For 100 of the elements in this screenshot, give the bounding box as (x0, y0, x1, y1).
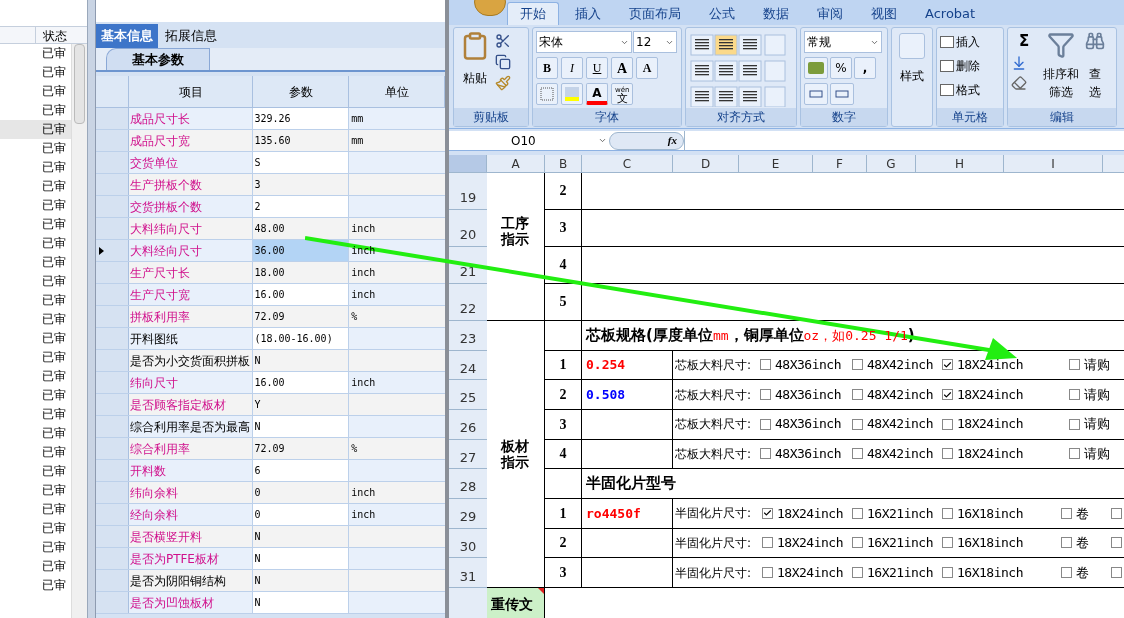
checkbox[interactable] (1061, 567, 1072, 579)
ribbon-tab[interactable]: 审阅 (805, 2, 855, 25)
row-header[interactable]: 27 (449, 439, 487, 470)
checkbox[interactable] (852, 537, 863, 549)
table-cell[interactable]: 72.09 (253, 438, 350, 459)
copy-icon[interactable] (495, 54, 511, 70)
checkbox[interactable] (760, 448, 771, 460)
checkbox[interactable] (942, 389, 953, 401)
column-header[interactable]: G (867, 154, 916, 172)
checkbox[interactable] (1069, 389, 1080, 401)
table-cell[interactable]: 16.00 (253, 372, 350, 393)
checkbox[interactable] (760, 389, 771, 401)
checkbox[interactable] (1111, 507, 1122, 519)
row-header[interactable]: 25 (449, 380, 487, 410)
column-header[interactable]: 参数 (253, 76, 350, 107)
number-format-field[interactable]: 常规 (804, 31, 882, 53)
decrease-decimal-button[interactable] (830, 83, 854, 105)
row-header[interactable]: 31 (449, 558, 487, 588)
table-cell[interactable]: 3 (253, 174, 350, 195)
comma-button[interactable]: , (854, 57, 876, 79)
column-header[interactable]: F (813, 154, 867, 172)
row-header[interactable]: 22 (449, 283, 487, 321)
eraser-icon[interactable] (1011, 75, 1027, 91)
row-header[interactable]: 26 (449, 409, 487, 440)
column-header[interactable]: I (1004, 154, 1103, 172)
checkbox[interactable] (1111, 567, 1122, 579)
tab[interactable]: 拓展信息 (160, 24, 223, 48)
checkbox[interactable] (760, 418, 771, 430)
cut-icon[interactable] (495, 33, 511, 49)
checkbox[interactable] (942, 537, 953, 549)
table-cell[interactable]: 0 (253, 482, 350, 503)
checkbox[interactable] (852, 507, 863, 519)
row-header[interactable]: 29 (449, 498, 487, 529)
table-cell[interactable]: N (253, 548, 350, 569)
column-header[interactable]: D (673, 154, 739, 172)
table-cell[interactable]: Y (253, 394, 350, 415)
name-box[interactable]: O10 (449, 130, 609, 151)
table-cell[interactable]: S (253, 152, 350, 173)
checkbox[interactable] (762, 507, 773, 519)
table-cell[interactable]: 0 (253, 504, 350, 525)
paste-button[interactable]: 粘贴 (457, 31, 493, 108)
checkbox[interactable] (1069, 448, 1080, 460)
ribbon-tab[interactable]: 数据 (751, 2, 801, 25)
table-cell[interactable]: N (253, 416, 350, 437)
borders-button[interactable] (536, 83, 558, 105)
table-cell[interactable]: N (253, 592, 350, 613)
tab[interactable]: 基本信息 (96, 24, 159, 48)
checkbox[interactable] (1061, 507, 1072, 519)
sort-filter-button[interactable]: 排序和 筛选 (1039, 31, 1083, 108)
row-header[interactable]: 19 (449, 172, 487, 210)
autosum-button[interactable]: Σ (1011, 31, 1037, 51)
checkbox[interactable] (852, 359, 863, 371)
percent-button[interactable]: % (830, 57, 852, 79)
underline-button[interactable]: U (586, 57, 608, 79)
column-header[interactable]: 单位 (349, 76, 445, 107)
ribbon-tab[interactable]: 页面布局 (617, 2, 693, 25)
row-header[interactable] (96, 240, 129, 261)
row-header[interactable]: 20 (449, 209, 487, 247)
column-header[interactable]: C (582, 154, 673, 172)
table-cell[interactable]: 2 (253, 196, 350, 217)
grow-font-button[interactable]: A (611, 57, 633, 79)
ribbon-tab[interactable]: 公式 (697, 2, 747, 25)
row-header[interactable]: 23 (449, 320, 487, 351)
table-cell[interactable]: 48.00 (253, 218, 350, 239)
table-cell[interactable]: 16.00 (253, 284, 350, 305)
table-cell[interactable]: N (253, 526, 350, 547)
checkbox[interactable] (942, 507, 953, 519)
checkbox[interactable] (762, 537, 773, 549)
find-select-button[interactable]: 查 选 (1085, 31, 1105, 108)
checkbox[interactable] (852, 448, 863, 460)
cells-menu-button[interactable]: 删除 (940, 55, 980, 77)
checkbox[interactable] (1111, 537, 1122, 549)
cells-menu-button[interactable]: 格式 (940, 79, 980, 101)
checkbox[interactable] (1069, 359, 1080, 371)
scrollbar[interactable] (71, 44, 88, 618)
checkbox[interactable] (942, 418, 953, 430)
row-header[interactable]: 28 (449, 469, 487, 499)
ribbon-tab[interactable]: Acrobat (913, 2, 988, 25)
bold-button[interactable]: B (536, 57, 558, 79)
format-painter-icon[interactable] (495, 75, 511, 91)
fill-color-button[interactable] (561, 83, 583, 105)
checkbox[interactable] (1061, 537, 1072, 549)
table-cell[interactable]: 6 (253, 460, 350, 481)
increase-decimal-button[interactable] (804, 83, 828, 105)
table-cell[interactable]: (18.00-16.00) (253, 328, 350, 349)
tab[interactable]: 基本参数 (106, 48, 211, 70)
checkbox[interactable] (852, 389, 863, 401)
fill-icon[interactable] (1011, 55, 1027, 71)
table-cell[interactable]: 72.09 (253, 306, 350, 327)
formula-button[interactable]: fx (609, 131, 684, 150)
table-cell[interactable]: N (253, 570, 350, 591)
checkbox[interactable] (942, 359, 953, 371)
column-header[interactable]: E (739, 154, 813, 172)
shrink-font-button[interactable]: A (636, 57, 658, 79)
ribbon-tab[interactable]: 视图 (859, 2, 909, 25)
table-cell[interactable]: 36.00 (253, 240, 350, 261)
table-cell[interactable]: 18.00 (253, 262, 350, 283)
ribbon-tab[interactable]: 开始 (507, 2, 559, 25)
table-cell[interactable]: 135.60 (253, 130, 350, 151)
checkbox[interactable] (852, 418, 863, 430)
